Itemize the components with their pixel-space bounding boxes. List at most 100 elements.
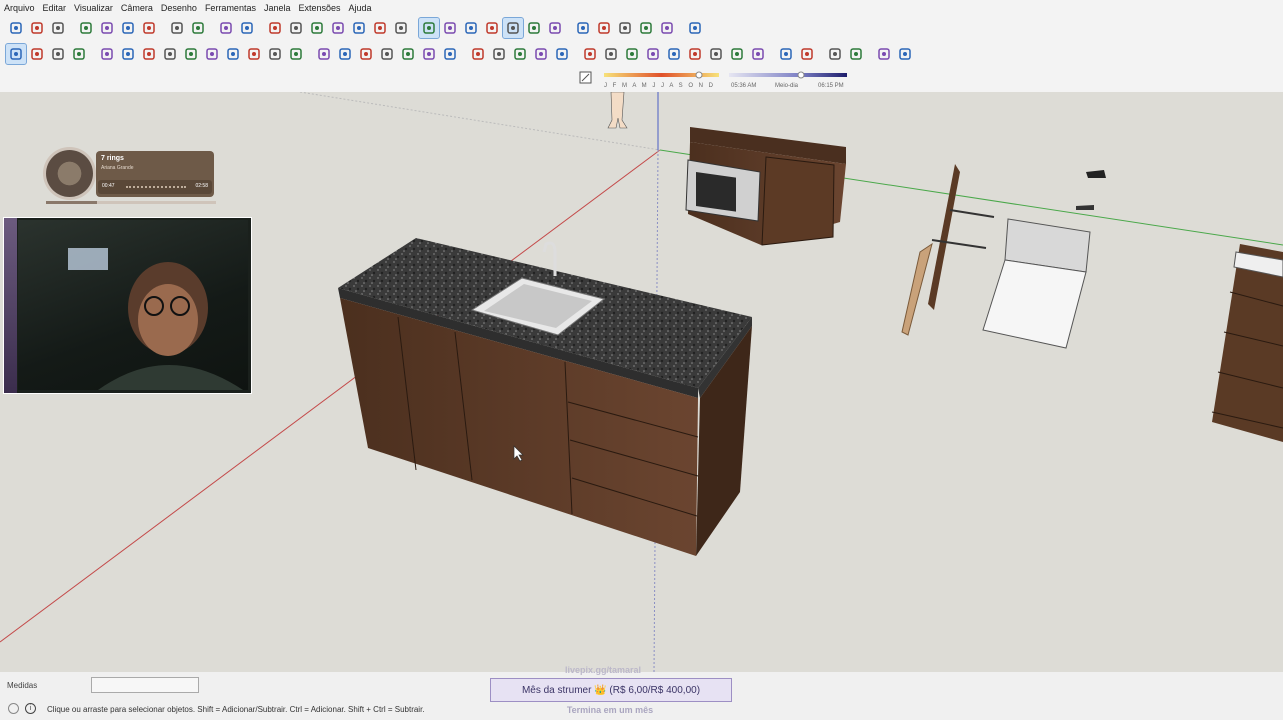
small-hardware[interactable] — [1076, 170, 1106, 210]
delete-icon[interactable] — [139, 18, 159, 38]
top-view-icon[interactable] — [286, 18, 306, 38]
3d-text-icon[interactable] — [552, 44, 572, 64]
new-file-icon[interactable] — [6, 18, 26, 38]
cube-icon[interactable] — [825, 44, 845, 64]
tape-measure-icon[interactable] — [440, 44, 460, 64]
offset-icon[interactable] — [419, 44, 439, 64]
shaded-icon[interactable] — [502, 17, 524, 39]
scale-icon[interactable] — [377, 44, 397, 64]
table-parts[interactable] — [901, 164, 995, 336]
menu-editar[interactable]: Editar — [39, 3, 71, 13]
left-view-icon[interactable] — [370, 18, 390, 38]
print-icon[interactable] — [216, 18, 236, 38]
menu-ferramentas[interactable]: Ferramentas — [201, 3, 260, 13]
cut-icon[interactable] — [76, 18, 96, 38]
textured-icon[interactable] — [524, 18, 544, 38]
previous-view-icon[interactable] — [685, 44, 705, 64]
circle-icon[interactable] — [181, 44, 201, 64]
look-around-icon[interactable] — [727, 44, 747, 64]
paint-bucket-icon[interactable] — [48, 44, 68, 64]
zoom-icon[interactable] — [622, 44, 642, 64]
save-icon[interactable] — [48, 18, 68, 38]
microwave-cabinet[interactable] — [685, 127, 846, 246]
protractor-icon[interactable] — [489, 44, 509, 64]
follow-me-icon[interactable] — [398, 44, 418, 64]
zoom-window-icon[interactable] — [643, 44, 663, 64]
line-icon[interactable] — [97, 44, 117, 64]
three-point-arc-icon[interactable] — [265, 44, 285, 64]
song-title: 7 rings — [101, 155, 124, 162]
menu-camera[interactable]: Câmera — [117, 3, 157, 13]
monochrome-icon[interactable] — [545, 18, 565, 38]
bottom-view-icon[interactable] — [391, 18, 411, 38]
eraser-icon[interactable] — [69, 44, 89, 64]
layers-icon[interactable] — [895, 44, 915, 64]
rotated-rect-icon[interactable] — [160, 44, 180, 64]
geolocation-icon[interactable] — [8, 703, 19, 714]
components-icon[interactable] — [615, 18, 635, 38]
redo-icon[interactable] — [188, 18, 208, 38]
open-file-icon[interactable] — [27, 18, 47, 38]
island-cabinet[interactable] — [338, 238, 752, 556]
front-view-icon[interactable] — [307, 18, 327, 38]
rotate-icon[interactable] — [356, 44, 376, 64]
dimension-icon[interactable] — [468, 44, 488, 64]
drawer-unit[interactable] — [1211, 244, 1283, 442]
position-camera-icon[interactable] — [706, 44, 726, 64]
iso-view-icon[interactable] — [265, 18, 285, 38]
pie-icon[interactable] — [286, 44, 306, 64]
paste-icon[interactable] — [118, 18, 138, 38]
right-view-icon[interactable] — [328, 18, 348, 38]
move-icon[interactable] — [314, 44, 334, 64]
rectangle-icon[interactable] — [139, 44, 159, 64]
model-info-icon[interactable] — [237, 18, 257, 38]
triangle-icon[interactable] — [846, 44, 866, 64]
freehand-icon[interactable] — [118, 44, 138, 64]
curve-icon[interactable] — [874, 44, 894, 64]
menu-extensoes[interactable]: Extensões — [295, 3, 345, 13]
menu-ajuda[interactable]: Ajuda — [345, 3, 376, 13]
push-pull-icon[interactable] — [335, 44, 355, 64]
model-viewport[interactable]: 7 rings Ariana Grande 00:47 02:58 — [0, 92, 1283, 672]
copy-icon[interactable] — [97, 18, 117, 38]
xray-icon[interactable] — [418, 17, 440, 39]
section-fill-icon[interactable] — [594, 18, 614, 38]
two-point-arc-icon[interactable] — [244, 44, 264, 64]
pan-icon[interactable] — [601, 44, 621, 64]
menu-visualizar[interactable]: Visualizar — [70, 3, 117, 13]
textured-icon-glyph — [528, 22, 540, 34]
back-view-icon[interactable] — [349, 18, 369, 38]
redo-icon-glyph — [192, 22, 204, 34]
section-plane-icon[interactable] — [573, 18, 593, 38]
menu-janela[interactable]: Janela — [260, 3, 295, 13]
axes-icon[interactable] — [531, 44, 551, 64]
month-slider-thumb[interactable] — [695, 71, 703, 79]
component-icon[interactable] — [27, 44, 47, 64]
sandbox-icon[interactable] — [776, 44, 796, 64]
time-slider-thumb[interactable] — [797, 71, 805, 79]
wireframe-icon[interactable] — [461, 18, 481, 38]
shadow-toggle-icon[interactable] — [579, 71, 592, 84]
tape-measure-icon-glyph — [444, 48, 456, 60]
menu-desenho[interactable]: Desenho — [157, 3, 201, 13]
walk-icon[interactable] — [748, 44, 768, 64]
extension-icon[interactable] — [657, 18, 677, 38]
back-edges-icon[interactable] — [440, 18, 460, 38]
user-icon[interactable] — [685, 18, 705, 38]
zoom-extents-icon[interactable] — [664, 44, 684, 64]
info-icon[interactable]: i — [25, 703, 36, 714]
box-icon[interactable] — [797, 44, 817, 64]
orbit-icon[interactable] — [580, 44, 600, 64]
warehouse-icon[interactable] — [636, 18, 656, 38]
polygon-icon[interactable] — [202, 44, 222, 64]
undo-icon[interactable] — [167, 18, 187, 38]
menu-arquivo[interactable]: Arquivo — [0, 3, 39, 13]
white-box[interactable] — [982, 218, 1091, 349]
hidden-line-icon[interactable] — [482, 18, 502, 38]
measurements-input[interactable] — [91, 677, 199, 693]
select-icon[interactable] — [5, 43, 27, 65]
human-figure-legs[interactable] — [607, 92, 628, 129]
time-slider[interactable] — [729, 73, 847, 77]
text-icon[interactable] — [510, 44, 530, 64]
arc-icon[interactable] — [223, 44, 243, 64]
